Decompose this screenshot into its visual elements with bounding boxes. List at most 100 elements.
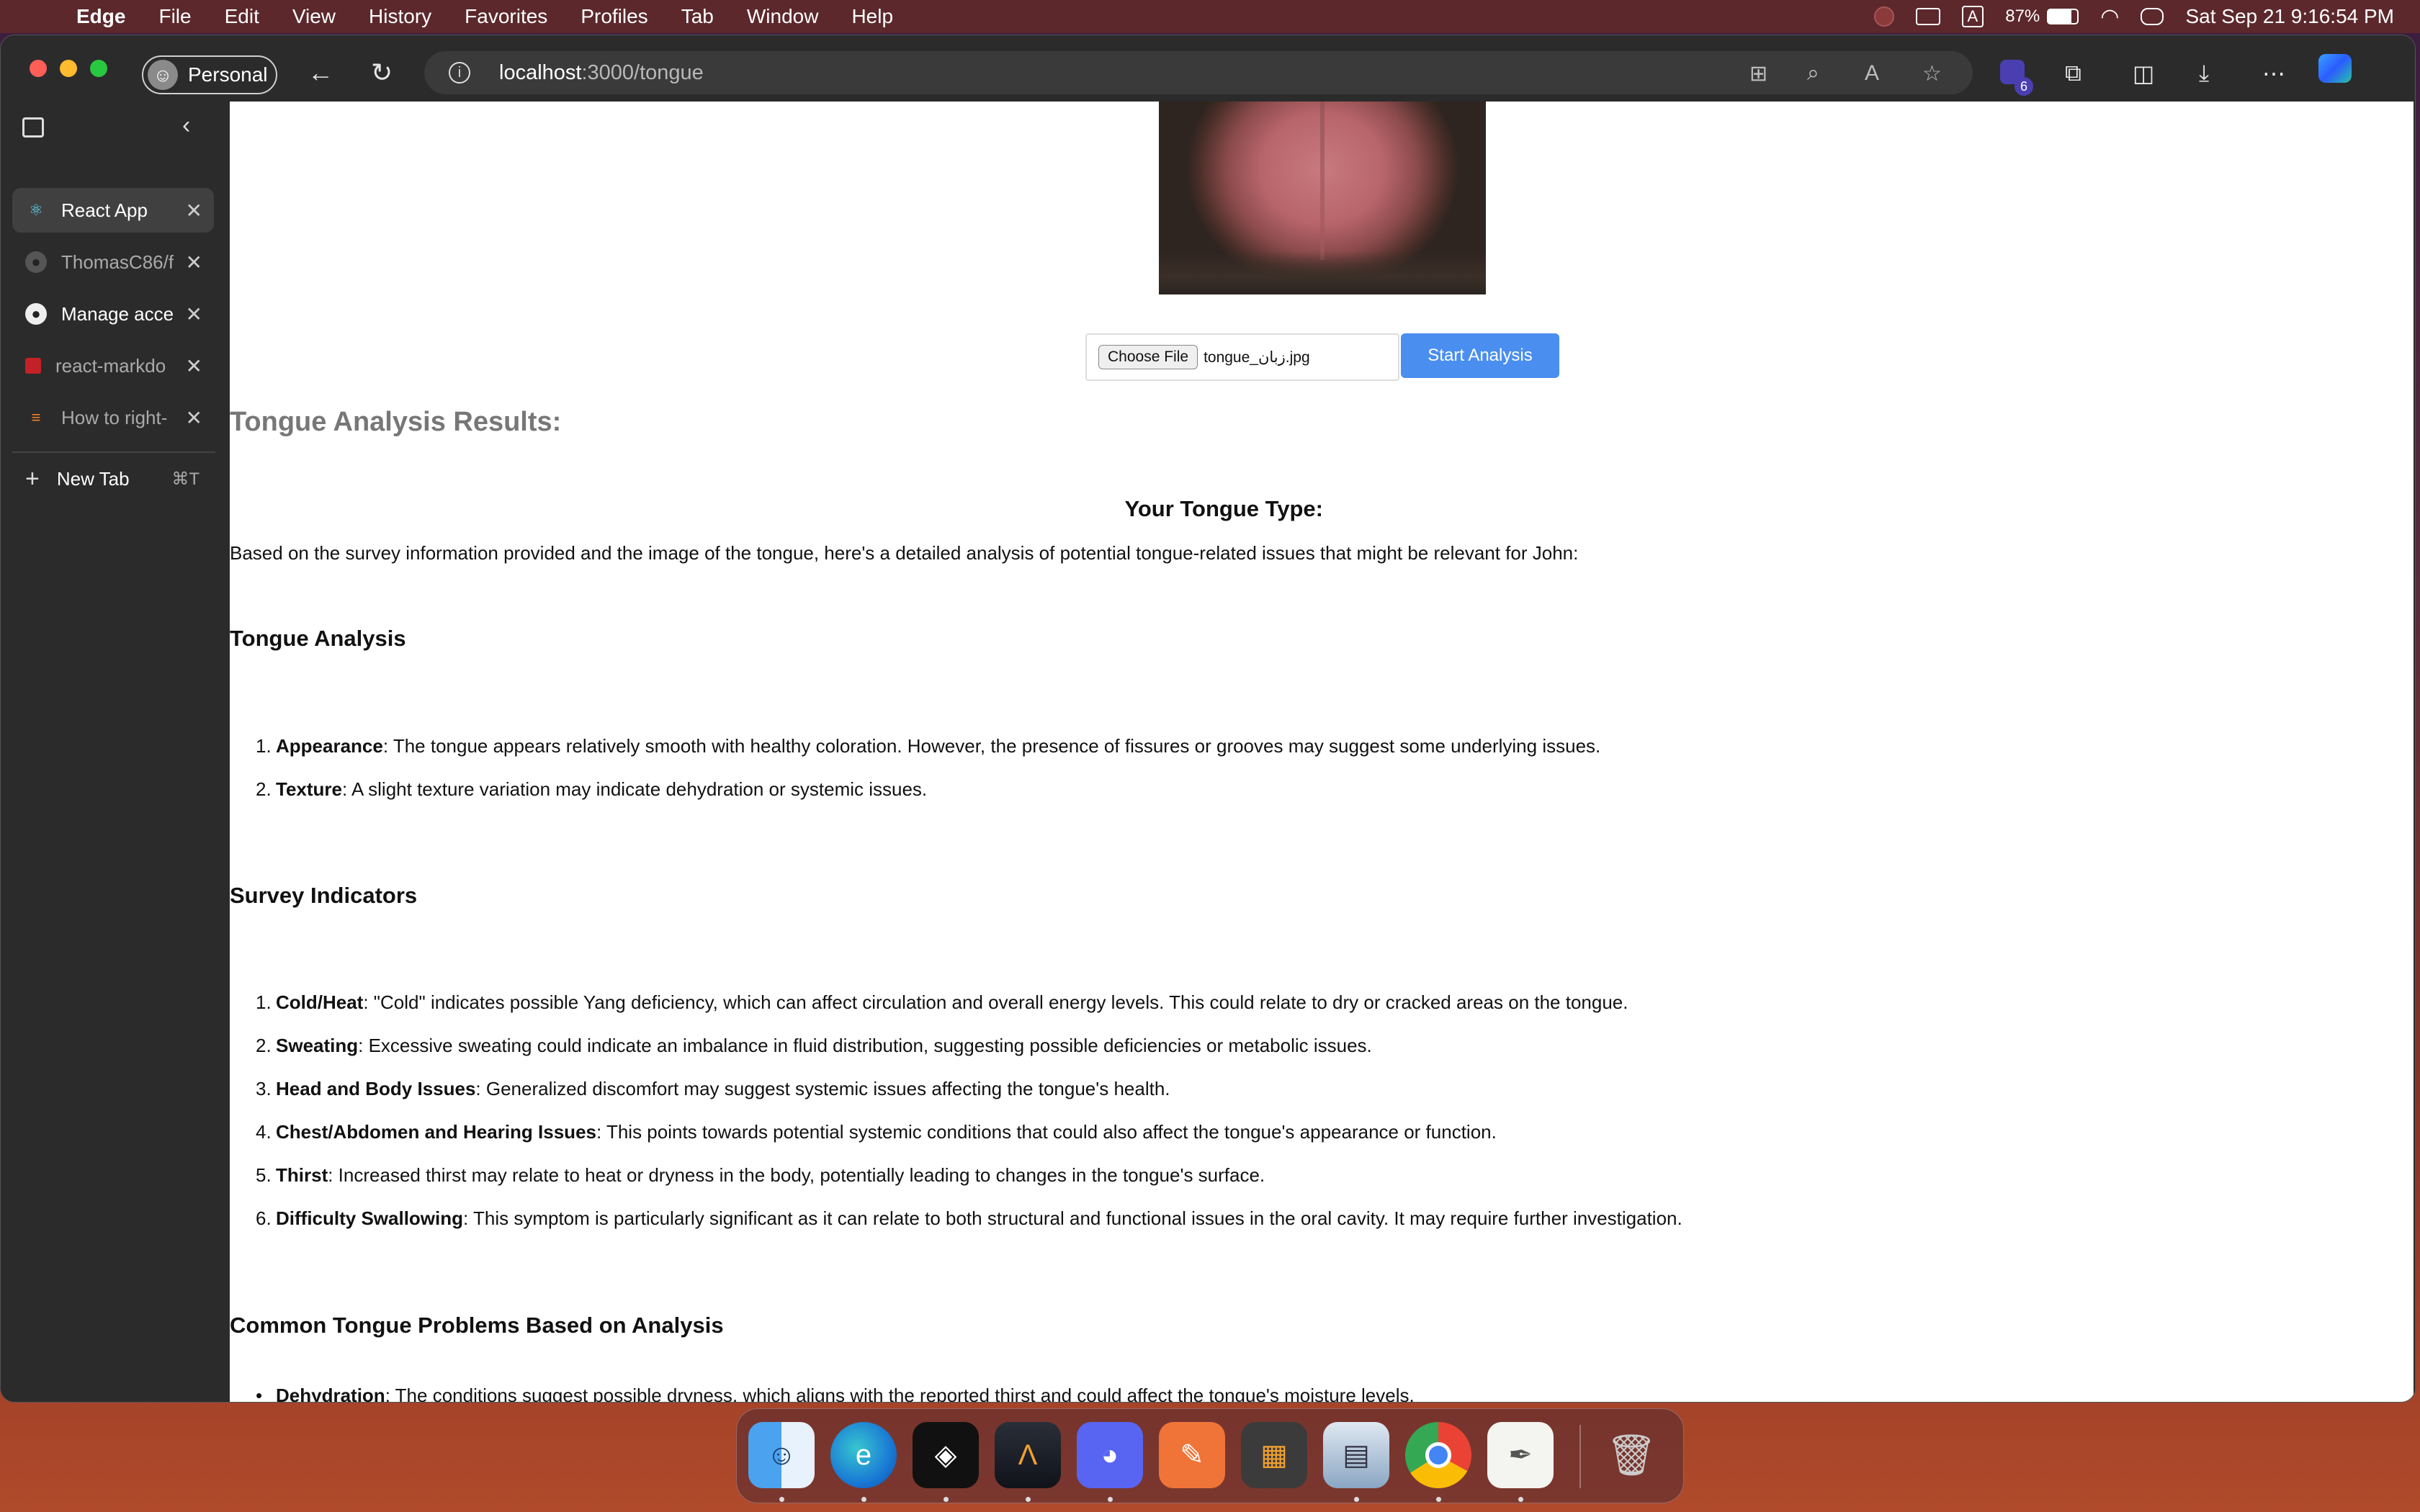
- menu-history[interactable]: History: [369, 5, 431, 28]
- battery-percent: 87%: [2005, 6, 2040, 26]
- tab-label: How to right-: [61, 406, 168, 428]
- running-indicator: [1026, 1497, 1031, 1502]
- running-indicator: [1436, 1497, 1441, 1502]
- pen-icon[interactable]: ✎: [1159, 1422, 1225, 1488]
- tongue-type-title: Your Tongue Type:: [1124, 496, 1323, 521]
- tab-actions-icon[interactable]: [22, 117, 44, 138]
- file-input[interactable]: Choose File tongue_زبان.jpg: [1085, 333, 1399, 381]
- battery-icon[interactable]: [2047, 9, 2079, 24]
- menu-favorites[interactable]: Favorites: [465, 5, 547, 28]
- favorite-star-icon[interactable]: ☆: [1922, 61, 1942, 86]
- control-center-icon[interactable]: [2141, 8, 2164, 25]
- zoom-icon[interactable]: ⌕: [1807, 61, 1819, 86]
- unity-icon[interactable]: ◈: [913, 1422, 979, 1488]
- trash-icon[interactable]: 🗑: [1598, 1422, 1664, 1488]
- new-tab-button[interactable]: + New Tab ⌘T: [12, 459, 214, 499]
- zoom-window-button[interactable]: [90, 60, 107, 77]
- tab-label: ThomasC86/f: [61, 251, 174, 273]
- tab-stackoverflow[interactable]: ≡ How to right- ✕: [12, 395, 214, 440]
- list-item: 1. Cold/Heat: "Cold" indicates possible Y…: [256, 991, 1628, 1013]
- collapse-sidebar-icon[interactable]: ‹: [182, 112, 190, 140]
- keyboard-icon[interactable]: [1915, 8, 1940, 25]
- list-item: 2. Sweating: Excessive sweating could ind…: [256, 1035, 1372, 1056]
- plus-icon: +: [25, 464, 40, 492]
- choose-file-button[interactable]: Choose File: [1098, 345, 1198, 369]
- close-tab-icon[interactable]: ✕: [186, 251, 202, 274]
- input-source-icon[interactable]: A: [1961, 6, 1984, 27]
- running-indicator: [1354, 1497, 1359, 1502]
- list-item: • Dehydration: The conditions suggest pos…: [256, 1385, 1415, 1403]
- address-bar[interactable]: i localhost:3000/tongue ⊞ ⌕ A ☆: [424, 51, 1973, 94]
- close-window-button[interactable]: [30, 60, 47, 77]
- github-icon: ●: [25, 303, 47, 325]
- calculator-icon[interactable]: ▦: [1241, 1422, 1307, 1488]
- close-tab-icon[interactable]: ✕: [186, 302, 202, 326]
- reload-icon[interactable]: ↻: [371, 60, 393, 86]
- tongue-analysis-heading: Tongue Analysis: [230, 626, 406, 651]
- affinity-icon[interactable]: Λ: [995, 1422, 1061, 1488]
- close-tab-icon[interactable]: ✕: [186, 354, 202, 378]
- discord-icon[interactable]: ◕: [1077, 1422, 1143, 1488]
- split-screen-icon[interactable]: ◫: [2133, 60, 2154, 87]
- running-indicator: [1108, 1497, 1113, 1502]
- list-item: 5. Thirst: Increased thirst may relate to…: [256, 1164, 1265, 1186]
- close-tab-icon[interactable]: ✕: [186, 199, 202, 222]
- url-text[interactable]: localhost:3000/tongue: [499, 61, 704, 85]
- close-tab-icon[interactable]: ✕: [186, 406, 202, 430]
- menu-edit[interactable]: Edit: [225, 5, 259, 28]
- results-title: Tongue Analysis Results:: [230, 407, 562, 437]
- profile-button[interactable]: ☺ Personal: [142, 55, 277, 94]
- app-available-icon[interactable]: ⊞: [1749, 61, 1767, 86]
- edge-icon[interactable]: e: [830, 1422, 897, 1488]
- browser-toolbar: ☺ Personal ← ↻ i localhost:3000/tongue ⊞…: [1, 35, 2415, 102]
- intro-paragraph: Based on the survey information provided…: [230, 542, 1579, 564]
- npm-icon: [25, 358, 41, 374]
- textedit-icon[interactable]: ✒: [1487, 1422, 1554, 1488]
- downloads-icon[interactable]: ⤓: [2199, 60, 2209, 87]
- menu-app-name[interactable]: Edge: [76, 5, 125, 28]
- menu-bar: Edge File Edit View History Favorites Pr…: [0, 0, 2420, 33]
- minimize-window-button[interactable]: [60, 60, 77, 77]
- tab-react-app[interactable]: ⚛ React App ✕: [12, 188, 214, 233]
- tongue-image: [1159, 102, 1486, 294]
- menu-view[interactable]: View: [292, 5, 336, 28]
- tongue-crease: [1320, 102, 1325, 260]
- menu-window[interactable]: Window: [747, 5, 819, 28]
- running-indicator: [779, 1497, 784, 1502]
- dock: ☺ e ◈ Λ ◕ ✎ ▦ ▤ ✒ 🗑: [736, 1408, 1684, 1503]
- finder-icon[interactable]: ☺: [748, 1422, 815, 1488]
- tab-manage-access[interactable]: ● Manage acce ✕: [12, 292, 214, 336]
- survey-indicators-heading: Survey Indicators: [230, 883, 418, 908]
- site-info-icon[interactable]: i: [449, 62, 470, 84]
- wifi-icon[interactable]: ◠: [2100, 4, 2119, 30]
- new-tab-label: New Tab: [56, 467, 130, 490]
- copilot-icon[interactable]: [2318, 54, 2352, 83]
- tab-label: react-markdo: [55, 354, 166, 377]
- tab-label: Manage acce: [61, 302, 174, 325]
- chrome-icon[interactable]: [1405, 1422, 1471, 1488]
- start-analysis-button[interactable]: Start Analysis: [1401, 333, 1559, 378]
- extensions-puzzle-icon[interactable]: ⧉: [2065, 60, 2081, 87]
- more-menu-icon[interactable]: ⋯: [2262, 60, 2285, 87]
- list-item: 4. Chest/Abdomen and Hearing Issues: This…: [256, 1121, 1497, 1143]
- tab-react-markdown[interactable]: react-markdo ✕: [12, 343, 214, 388]
- menu-profiles[interactable]: Profiles: [581, 5, 647, 28]
- record-icon[interactable]: [1873, 6, 1894, 27]
- new-tab-shortcut: ⌘T: [171, 469, 200, 489]
- tab-label: React App: [61, 199, 148, 221]
- clock[interactable]: Sat Sep 21 9:16:54 PM: [2185, 5, 2394, 28]
- preview-icon[interactable]: ▤: [1323, 1422, 1389, 1488]
- running-indicator: [944, 1497, 949, 1502]
- apple-icon[interactable]: [27, 5, 48, 28]
- page-content: Choose File tongue_زبان.jpg Start Analys…: [230, 102, 2414, 1403]
- back-arrow-icon[interactable]: ←: [308, 60, 333, 86]
- list-item: 6. Difficulty Swallowing: This symptom is…: [256, 1207, 1682, 1229]
- menu-file[interactable]: File: [158, 5, 191, 28]
- read-aloud-icon[interactable]: A: [1865, 61, 1879, 86]
- menu-help[interactable]: Help: [851, 5, 893, 28]
- dock-divider: [1579, 1425, 1581, 1488]
- tab-github-thomasc86[interactable]: ● ThomasC86/f ✕: [12, 240, 214, 284]
- browser-window: ☺ Personal ← ↻ i localhost:3000/tongue ⊞…: [0, 35, 2416, 1403]
- tabs-divider: [12, 451, 215, 453]
- menu-tab[interactable]: Tab: [681, 5, 714, 28]
